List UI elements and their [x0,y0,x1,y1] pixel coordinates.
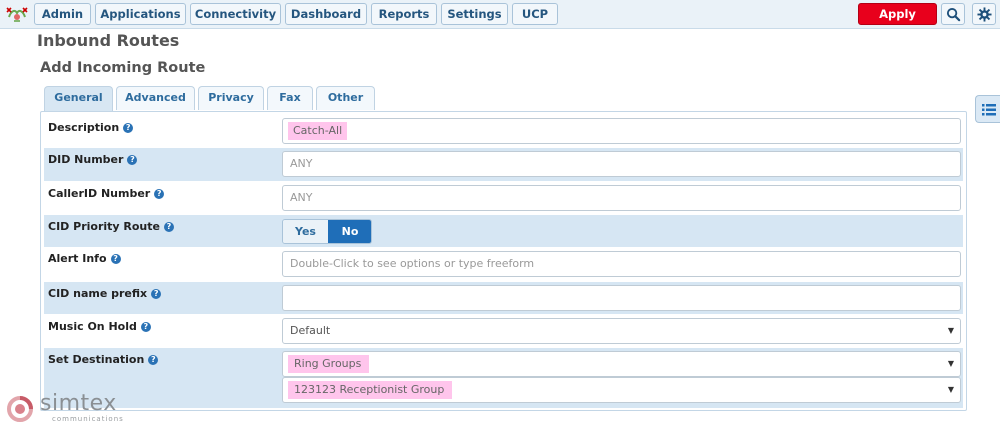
help-icon[interactable]: ? [163,222,174,232]
gear-icon [977,7,992,22]
caret-down-icon: ▼ [947,359,954,368]
watermark-brand: simtex [40,391,117,416]
callerid-input[interactable]: ANY [282,185,961,211]
nav-connectivity[interactable]: Connectivity [190,3,281,25]
help-icon[interactable]: ? [127,155,138,165]
row-callerid-number: CallerID Number? ANY [44,182,963,215]
description-value: Catch-All [288,122,348,140]
cid-priority-label: CID Priority Route? [48,220,174,233]
moh-value: Default [290,324,331,337]
help-icon[interactable]: ? [123,123,134,133]
help-icon[interactable]: ? [151,289,162,299]
apply-config-button[interactable]: Apply Config [858,3,937,41]
destination-type-value: Ring Groups [288,355,370,373]
tab-general[interactable]: General [44,86,113,112]
section-title: Add Incoming Route [40,60,206,76]
simtex-logo-icon [7,396,33,422]
did-label: DID Number? [48,153,138,166]
did-input[interactable]: ANY [282,151,961,177]
destination-target-select[interactable]: 123123 Receptionist Group ▼ [282,377,961,403]
tab-fax[interactable]: Fax [267,86,313,110]
alert-info-input[interactable]: Double-Click to see options or type free… [282,251,961,277]
page-title: Inbound Routes [37,31,180,50]
row-description: Description? Catch-All [44,113,963,147]
list-icon [982,104,996,116]
row-alert-info: Alert Info? Double-Click to see options … [44,248,963,281]
nav-admin[interactable]: Admin [34,3,91,25]
help-icon[interactable]: ? [140,322,151,332]
help-icon[interactable]: ? [148,355,159,365]
tab-advanced[interactable]: Advanced [116,86,195,110]
search-icon [946,7,961,22]
cid-priority-no-button[interactable]: No [328,220,371,243]
cid-priority-toggle: Yes No [282,219,372,244]
destination-label: Set Destination? [48,353,159,366]
toggle-list-button[interactable] [975,95,1000,123]
freepbx-logo-icon[interactable] [5,4,29,24]
cid-prefix-label: CID name prefix? [48,287,162,300]
nav-settings[interactable]: Settings [441,3,508,25]
tab-privacy[interactable]: Privacy [198,86,264,110]
nav-applications[interactable]: Applications [95,3,186,25]
row-cid-priority: CID Priority Route? Yes No [44,215,963,247]
row-cid-name-prefix: CID name prefix? [44,282,963,314]
nav-ucp[interactable]: UCP [512,3,558,25]
callerid-label: CallerID Number? [48,187,165,200]
settings-button[interactable] [972,3,996,25]
search-button[interactable] [941,3,965,25]
destination-target-value: 123123 Receptionist Group [288,381,453,399]
caret-down-icon: ▼ [947,326,954,335]
help-icon[interactable]: ? [110,254,121,264]
alert-info-label: Alert Info? [48,252,121,265]
cid-priority-yes-button[interactable]: Yes [283,220,328,243]
cid-prefix-input[interactable] [282,285,961,311]
nav-dashboard[interactable]: Dashboard [285,3,367,25]
moh-label: Music On Hold? [48,320,151,333]
help-icon[interactable]: ? [154,189,165,199]
destination-type-select[interactable]: Ring Groups ▼ [282,351,961,377]
row-music-on-hold: Music On Hold? Default ▼ [44,315,963,348]
description-label: Description? [48,121,134,134]
tab-other[interactable]: Other [316,86,375,110]
caret-down-icon: ▼ [947,385,954,394]
moh-select[interactable]: Default ▼ [282,318,961,344]
row-set-destination: Set Destination? Ring Groups ▼ 123123 Re… [44,348,963,408]
watermark-tagline: communications [52,415,124,423]
row-did-number: DID Number? ANY [44,148,963,181]
top-navbar: Admin Applications Connectivity Dashboar… [0,0,1000,41]
nav-reports[interactable]: Reports [371,3,437,25]
description-input[interactable]: Catch-All [282,118,961,144]
